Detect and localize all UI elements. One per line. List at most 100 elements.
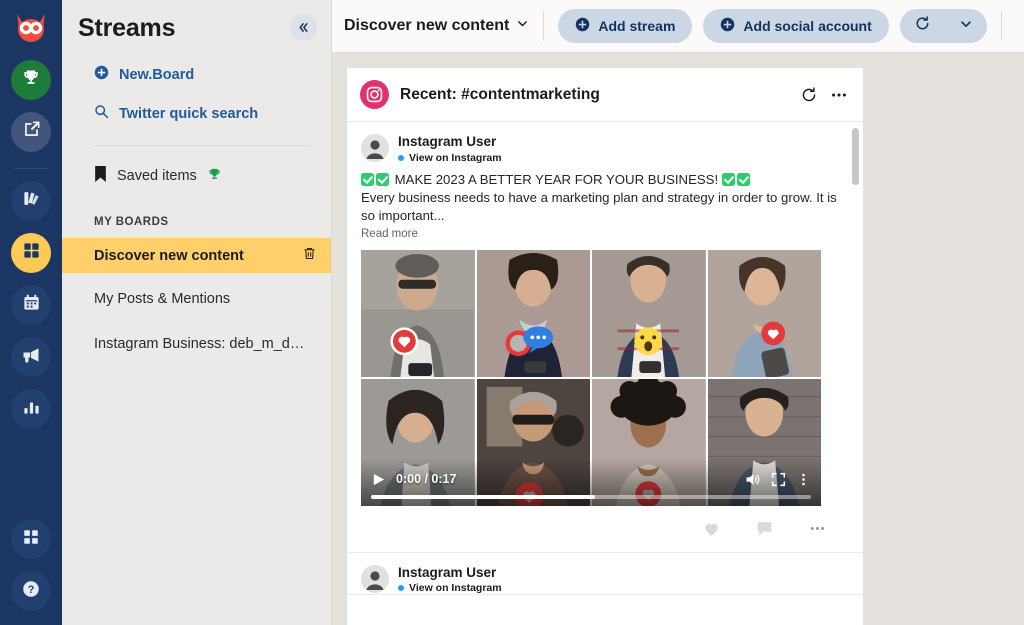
post-media-video[interactable]: 0:00 / 0:17 — [361, 249, 821, 506]
vertical-ellipsis-icon[interactable] — [796, 472, 811, 487]
video-progress-fill — [371, 494, 596, 499]
post-author-name: Instagram User — [398, 134, 497, 149]
megaphone-icon — [21, 345, 41, 370]
play-icon[interactable] — [371, 472, 386, 487]
add-social-account-button[interactable]: Add social account — [703, 9, 889, 43]
sidebar-item-twitter-quick-search[interactable]: Twitter quick search — [94, 104, 309, 123]
sidebar-board-instagram-business[interactable]: Instagram Business: deb_m_d… — [62, 326, 331, 361]
post-body: Every business needs to have a marketing… — [361, 189, 837, 223]
sidebar-board-my-posts-mentions[interactable]: My Posts & Mentions — [62, 281, 331, 316]
rail-bottom-group: ? — [11, 507, 51, 611]
main-content: Discover new content Add stream Add soci… — [332, 0, 1024, 625]
rail-item-streams[interactable] — [11, 233, 51, 273]
green-check-icon — [736, 172, 750, 186]
media-tile — [592, 249, 706, 377]
add-stream-button[interactable]: Add stream — [558, 9, 693, 43]
sidebar-links: New.Board Twitter quick search Saved ite — [62, 65, 331, 186]
refresh-streams-button[interactable] — [900, 9, 945, 43]
chevron-down-icon — [959, 17, 973, 36]
bar-chart-icon — [22, 397, 41, 421]
ellipsis-icon[interactable] — [808, 519, 827, 538]
toolbar-actions: Add stream Add social account — [544, 9, 1000, 43]
sidebar-item-label: Saved items — [117, 168, 197, 184]
sidebar-item-new-board[interactable]: New.Board — [94, 65, 309, 84]
media-tile — [707, 249, 821, 377]
sidebar-item-saved-items[interactable]: Saved items — [94, 166, 309, 186]
green-check-icon — [376, 172, 389, 186]
trophy-icon — [207, 167, 222, 186]
board-label: Discover new content — [94, 247, 244, 264]
green-check-icon — [361, 172, 374, 186]
media-tile — [361, 249, 475, 377]
rail-item-help[interactable]: ? — [11, 571, 51, 611]
stream-title: Recent: #contentmarketing — [400, 85, 600, 103]
sidebar-board-discover-new-content[interactable]: Discover new content — [62, 238, 331, 273]
comment-icon[interactable] — [755, 519, 774, 538]
hootsuite-owl-logo[interactable] — [11, 8, 51, 48]
person-avatar-icon — [361, 564, 389, 593]
rail-item-compose[interactable] — [11, 112, 51, 152]
view-on-instagram-link[interactable]: View on Instagram — [398, 582, 502, 594]
stream-header: Recent: #contentmarketing — [347, 68, 863, 122]
left-nav-rail: ? — [0, 0, 62, 625]
refresh-options-button[interactable] — [945, 9, 987, 43]
board-selector-dropdown[interactable]: Discover new content — [344, 17, 543, 35]
streams-sidebar: Streams New.Board Twitter quick search S… — [62, 0, 332, 625]
source-dot-icon — [398, 154, 404, 161]
search-icon — [94, 104, 109, 123]
video-progress-bar[interactable] — [371, 494, 811, 499]
plus-circle-icon — [94, 65, 109, 84]
green-check-icon — [721, 172, 735, 186]
stream-refresh-button[interactable] — [800, 86, 818, 104]
post-item: Instagram User View on Instagram MAKE 20… — [347, 122, 863, 553]
refresh-icon — [914, 15, 931, 37]
add-social-account-label: Add social account — [743, 18, 872, 34]
svg-text:?: ? — [28, 584, 35, 596]
rail-item-advertise[interactable] — [11, 337, 51, 377]
stream-body: Instagram User View on Instagram MAKE 20… — [347, 122, 863, 625]
stream-more-button[interactable] — [829, 85, 849, 105]
add-stream-label: Add stream — [598, 18, 676, 34]
sidebar-divider — [94, 145, 309, 146]
post-author-block: Instagram User View on Instagram — [398, 564, 502, 594]
source-dot-icon — [398, 585, 404, 592]
person-avatar-icon — [361, 134, 389, 162]
view-on-instagram-label: View on Instagram — [409, 582, 502, 595]
sidebar-item-label: Twitter quick search — [119, 105, 259, 122]
post-actions — [361, 506, 849, 552]
calendar-icon — [22, 293, 41, 317]
rail-item-analytics[interactable] — [11, 389, 51, 429]
rail-item-planner[interactable] — [11, 285, 51, 325]
double-chevron-left-icon — [299, 23, 308, 32]
video-time-display: 0:00 / 0:17 — [396, 472, 457, 487]
read-more-link[interactable]: Read more — [361, 228, 849, 240]
stream-scrollbar-thumb[interactable] — [852, 128, 859, 185]
grid-icon — [22, 241, 41, 265]
sidebar-item-label: New.Board — [119, 66, 195, 83]
my-boards-header: MY BOARDS — [94, 216, 169, 228]
trash-icon[interactable] — [302, 246, 317, 265]
stream-scrollbar-track[interactable] — [852, 124, 861, 625]
compose-icon — [22, 120, 41, 144]
post-headline: MAKE 2023 A BETTER YEAR FOR YOUR BUSINES… — [394, 171, 719, 187]
trophy-icon — [21, 68, 41, 93]
help-question-icon: ? — [21, 579, 41, 604]
rail-item-rewards[interactable] — [11, 60, 51, 100]
bookmark-icon — [94, 166, 107, 186]
post-author-block: Instagram User View on Instagram — [398, 134, 502, 164]
post-author-name: Instagram User — [398, 564, 497, 580]
heart-icon[interactable] — [702, 519, 721, 538]
post-item: Instagram User View on Instagram — [347, 553, 863, 596]
plus-circle-icon — [720, 17, 735, 35]
fullscreen-icon[interactable] — [771, 472, 786, 487]
media-tile — [476, 249, 590, 377]
rail-item-publisher[interactable] — [11, 181, 51, 221]
refresh-button-group — [899, 9, 987, 43]
rail-item-apps[interactable] — [11, 519, 51, 559]
post-header: Instagram User View on Instagram — [361, 134, 849, 164]
volume-icon[interactable] — [744, 471, 761, 488]
rail-divider — [14, 168, 48, 169]
collapse-sidebar-button[interactable] — [290, 14, 317, 41]
view-on-instagram-link[interactable]: View on Instagram — [398, 152, 502, 164]
view-on-instagram-label: View on Instagram — [409, 151, 502, 164]
